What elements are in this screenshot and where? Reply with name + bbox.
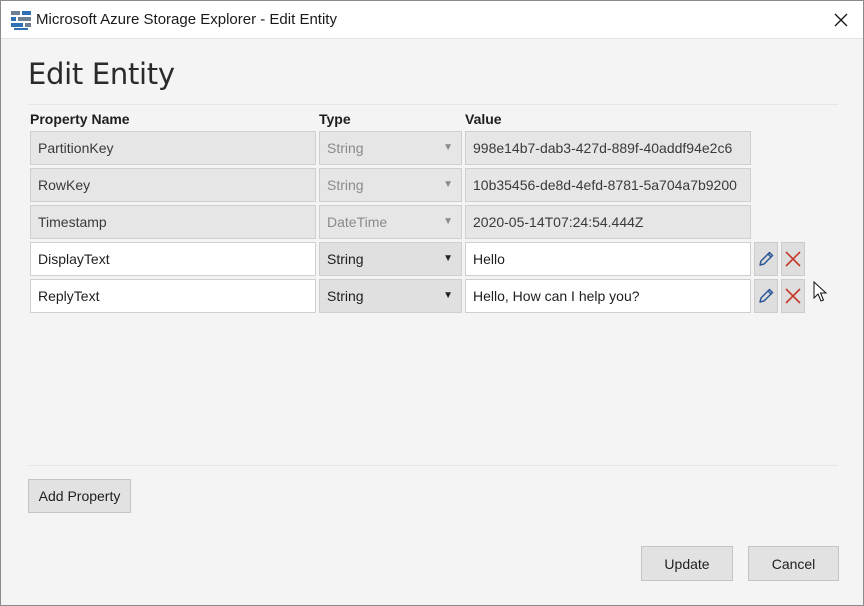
property-name-field: PartitionKey: [30, 131, 316, 165]
mouse-cursor-icon: [813, 281, 828, 302]
close-icon: [834, 13, 848, 27]
column-header-type: Type: [319, 111, 351, 127]
property-name-field: RowKey: [30, 168, 316, 202]
type-select-value: String: [327, 140, 364, 156]
delete-x-icon: [785, 251, 801, 267]
add-property-button[interactable]: Add Property: [28, 479, 131, 513]
window-title: Microsoft Azure Storage Explorer - Edit …: [36, 11, 337, 28]
type-select[interactable]: String ▼: [319, 279, 462, 313]
type-select: String ▼: [319, 168, 462, 202]
window-close-button[interactable]: [819, 1, 863, 39]
storage-explorer-icon: [11, 10, 32, 31]
title-bar: Microsoft Azure Storage Explorer - Edit …: [1, 1, 863, 39]
type-select-value: DateTime: [327, 214, 388, 230]
type-select: String ▼: [319, 131, 462, 165]
column-header-property-name: Property Name: [30, 111, 130, 127]
pencil-icon: [759, 251, 774, 266]
edit-value-button[interactable]: [754, 242, 778, 276]
edit-entity-window: Microsoft Azure Storage Explorer - Edit …: [0, 0, 864, 606]
dropdown-arrow-icon: ▼: [443, 216, 453, 227]
type-select-value: String: [327, 177, 364, 193]
pencil-icon: [759, 288, 774, 303]
divider: [28, 465, 838, 466]
dropdown-arrow-icon: ▼: [443, 179, 453, 190]
column-header-value: Value: [465, 111, 502, 127]
dropdown-arrow-icon: ▼: [443, 142, 453, 153]
value-field: 10b35456-de8d-4efd-8781-5a704a7b9200: [465, 168, 751, 202]
type-select-value: String: [327, 288, 364, 304]
type-select-value: String: [327, 251, 364, 267]
dropdown-arrow-icon: ▼: [443, 253, 453, 264]
value-input[interactable]: Hello, How can I help you?: [465, 279, 751, 313]
property-name-input[interactable]: DisplayText: [30, 242, 316, 276]
value-input[interactable]: Hello: [465, 242, 751, 276]
delete-property-button[interactable]: [781, 279, 805, 313]
property-name-input[interactable]: ReplyText: [30, 279, 316, 313]
delete-property-button[interactable]: [781, 242, 805, 276]
value-field: 998e14b7-dab3-427d-889f-40addf94e2c6: [465, 131, 751, 165]
dropdown-arrow-icon: ▼: [443, 290, 453, 301]
type-select: DateTime ▼: [319, 205, 462, 239]
edit-value-button[interactable]: [754, 279, 778, 313]
dialog-heading: Edit Entity: [28, 57, 175, 91]
value-field: 2020-05-14T07:24:54.444Z: [465, 205, 751, 239]
type-select[interactable]: String ▼: [319, 242, 462, 276]
divider: [28, 104, 838, 105]
delete-x-icon: [785, 288, 801, 304]
property-name-field: Timestamp: [30, 205, 316, 239]
update-button[interactable]: Update: [641, 546, 733, 581]
cancel-button[interactable]: Cancel: [748, 546, 839, 581]
